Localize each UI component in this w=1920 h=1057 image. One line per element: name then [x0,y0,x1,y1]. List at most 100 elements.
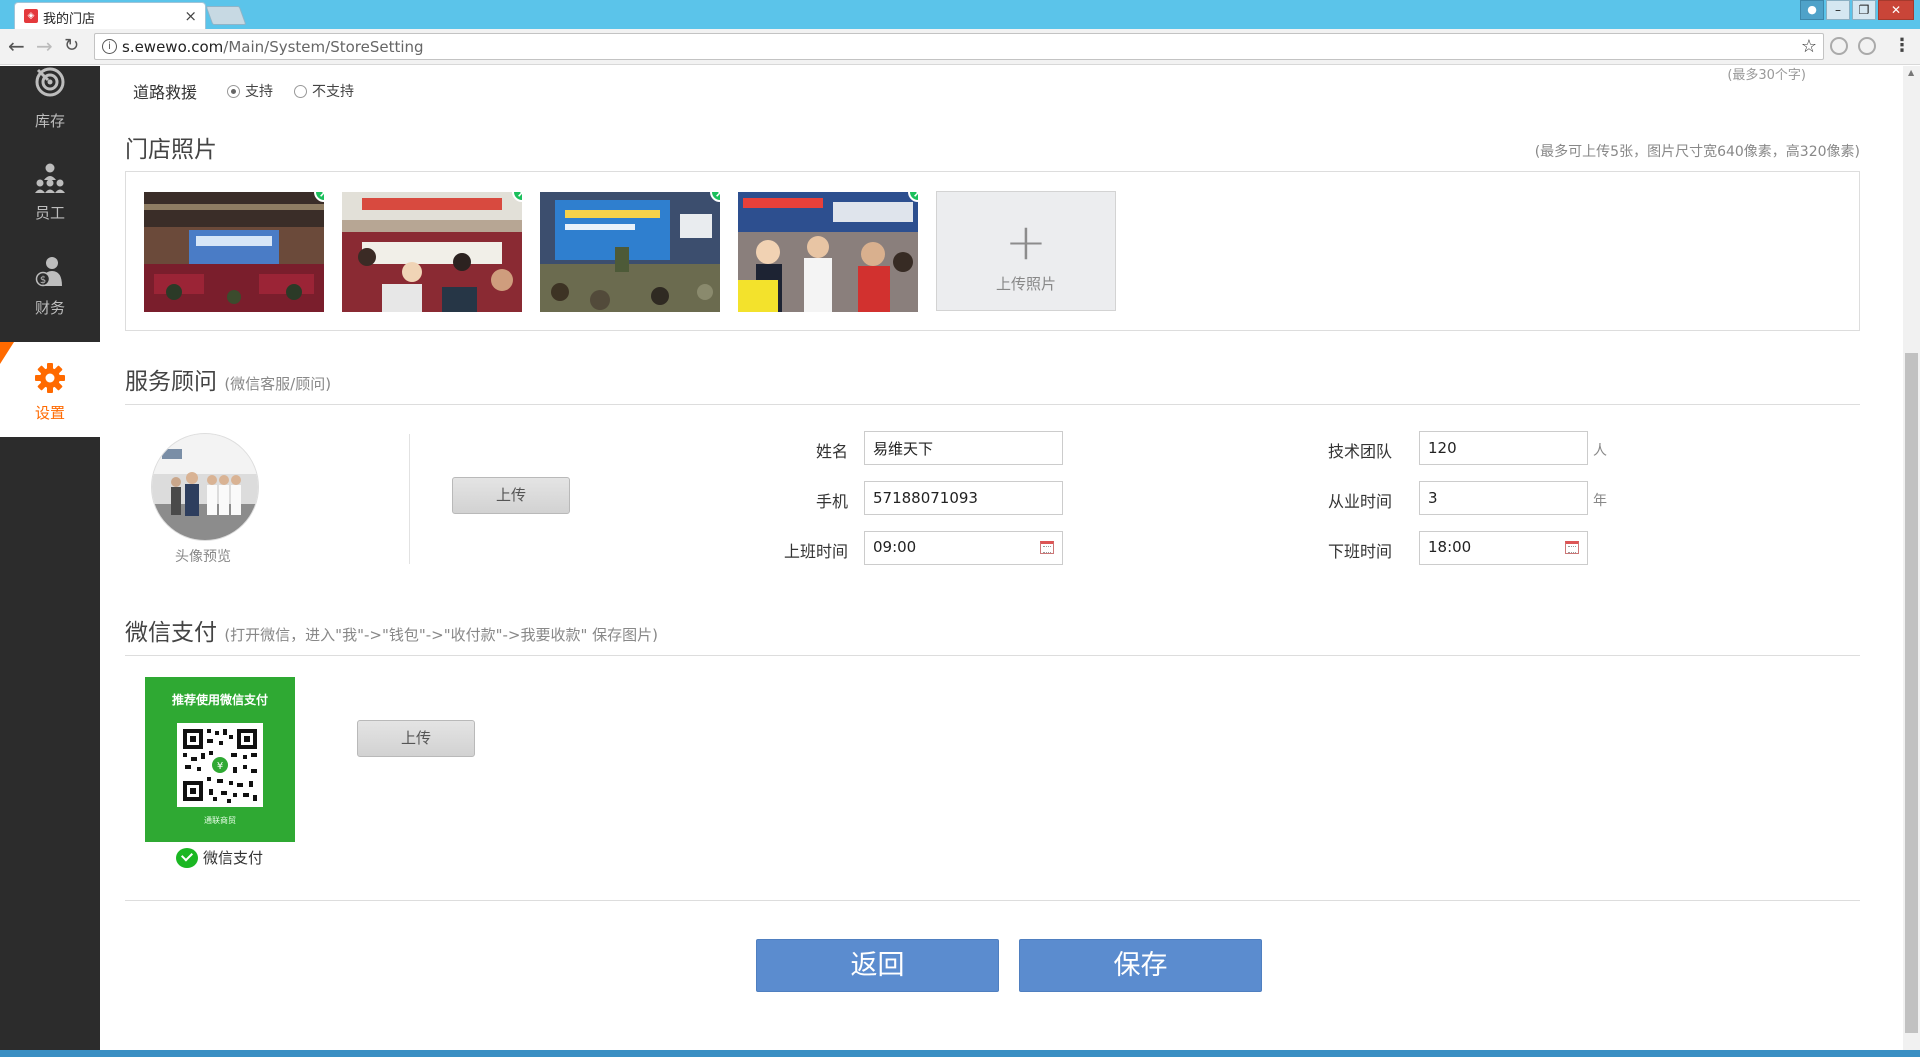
advisor-subtitle: (微信客服/顾问) [224,375,332,393]
radio-selected-icon [227,84,240,98]
road-rescue-label: 道路救援 [133,83,198,102]
site-info-icon[interactable]: i [102,39,117,54]
sidebar-item-label: 设置 [34,404,65,422]
svg-text:$: $ [40,275,46,286]
store-settings-content: 道路救援 支持 不支持 (最多30个字) 门店照片 (最多可上传5张，图片尺寸宽… [100,66,1903,1050]
sidebar-item-finance[interactable]: $ 财务 [0,247,100,342]
sidebar-item-staff[interactable]: 员工 [0,152,100,247]
svg-text:¥: ¥ [217,761,223,772]
sidebar-item-inventory[interactable]: 库存 [0,66,100,161]
upload-avatar-button[interactable]: 上传 [452,477,570,514]
browser-menu-icon[interactable]: ⋮ [1893,35,1911,56]
divider [125,655,1860,656]
back-button[interactable]: 返回 [756,939,999,992]
advisor-title: 服务顾问 (微信客服/顾问) [125,362,331,396]
site-favicon-icon: ◈ [24,9,38,23]
url-path: /Main/System/StoreSetting [223,38,424,56]
user-profile-icon[interactable]: ● [1800,0,1824,20]
store-photo-image [144,192,324,312]
years-label: 从业时间 [1327,492,1392,511]
team-unit: 人 [1593,443,1607,459]
extension-icon[interactable] [1858,37,1876,55]
forward-arrow-icon[interactable]: → [36,35,53,57]
sidebar-item-label: 库存 [34,112,65,130]
sidebar: 库存 员工 $ 财务 设置 [0,66,100,1050]
wechat-pay-logo-label: 微信支付 [203,849,264,867]
start-time-label: 上班时间 [783,542,848,561]
store-photo[interactable]: × [144,192,324,312]
plus-icon: + [1005,213,1047,271]
qr-card-header: 推荐使用微信支付 [171,693,268,707]
finance-icon: $ [35,257,62,287]
divider [125,900,1860,901]
minimize-icon[interactable]: – [1826,0,1850,20]
inventory-icon [35,67,65,97]
sidebar-item-settings[interactable]: 设置 [0,342,100,437]
store-photo[interactable]: × [342,192,522,312]
qr-card-footer: 通联商贸 [204,816,236,825]
wechat-pay-logo: 微信支付 [176,847,263,868]
name-field[interactable] [864,431,1063,465]
wechat-pay-title: 微信支付 (打开微信，进入"我"->"钱包"->"收付款"->我要收款" 保存图… [125,613,658,647]
scrollbar-thumb[interactable] [1905,353,1918,1033]
end-time-label: 下班时间 [1327,542,1392,561]
store-photo[interactable]: × [540,192,720,312]
upload-photo-button[interactable]: + 上传照片 [936,191,1116,311]
calendar-icon[interactable] [1040,541,1054,554]
name-label: 姓名 [815,442,848,461]
browser-toolbar: ← → ↻ i s.ewewo.com/Main/System/StoreSet… [0,29,1920,65]
radio-label: 不支持 [312,84,354,100]
browser-tab[interactable]: ◈ 我的门店 × [14,2,206,29]
new-tab-button[interactable] [205,6,247,25]
tab-title: 我的门店 [43,12,96,27]
close-window-icon[interactable]: ✕ [1878,0,1914,20]
years-field[interactable] [1419,481,1588,515]
wechat-pay-title-text: 微信支付 [125,620,217,646]
sidebar-item-label: 员工 [34,204,65,222]
upload-photo-label: 上传照片 [995,275,1056,293]
advisor-title-text: 服务顾问 [125,369,217,395]
close-tab-icon[interactable]: × [184,7,197,25]
save-button[interactable]: 保存 [1019,939,1262,992]
back-arrow-icon[interactable]: ← [8,35,25,57]
url-host: s.ewewo.com [122,38,224,56]
phone-field[interactable] [864,481,1063,515]
scroll-up-arrow-icon[interactable]: ▲ [1908,68,1914,77]
avatar-preview [151,433,259,541]
window-controls: ● – ❐ ✕ [1800,0,1914,20]
years-unit: 年 [1593,493,1607,509]
store-photos-title: 门店照片 [125,137,217,163]
store-photos-hint: (最多可上传5张，图片尺寸宽640像素，高320像素) [1534,144,1860,160]
wechat-pay-subtitle: (打开微信，进入"我"->"钱包"->"收付款"->我要收款" 保存图片) [224,626,659,644]
radio-label: 支持 [245,84,273,100]
end-time-field[interactable]: 18:00 [1419,531,1588,565]
page-scrollbar[interactable]: ▲ [1903,66,1920,1050]
restore-icon[interactable]: ❐ [1852,0,1876,20]
avatar-image [152,434,258,540]
store-photo-image [342,192,522,312]
vertical-divider [409,434,410,564]
start-time-field[interactable]: 09:00 [864,531,1063,565]
os-taskbar [0,1050,1920,1057]
qr-code-icon: ¥ [177,723,263,807]
gear-icon [35,363,65,393]
team-label: 技术团队 [1327,442,1392,461]
url-text: s.ewewo.com/Main/System/StoreSetting [122,38,424,56]
avatar-preview-label: 头像预览 [175,549,231,565]
road-rescue-support-radio[interactable]: 支持 [227,81,273,101]
address-bar[interactable]: i s.ewewo.com/Main/System/StoreSetting ☆ [94,33,1824,60]
extension-icon[interactable] [1830,37,1848,55]
start-time-value: 09:00 [873,538,917,556]
calendar-icon[interactable] [1565,541,1579,554]
store-photo[interactable]: × [738,192,918,312]
staff-icon [35,163,65,193]
reload-icon[interactable]: ↻ [64,35,79,57]
bookmark-star-icon[interactable]: ☆ [1801,36,1817,57]
browser-tab-bar: ◈ 我的门店 × ● – ❐ ✕ [0,0,1920,29]
team-size-field[interactable] [1419,431,1588,465]
sidebar-item-label: 财务 [34,299,65,317]
store-photo-image [738,192,918,312]
upload-qr-button[interactable]: 上传 [357,720,475,757]
qr-code-image: ¥ [183,729,257,803]
road-rescue-unsupport-radio[interactable]: 不支持 [294,81,354,101]
